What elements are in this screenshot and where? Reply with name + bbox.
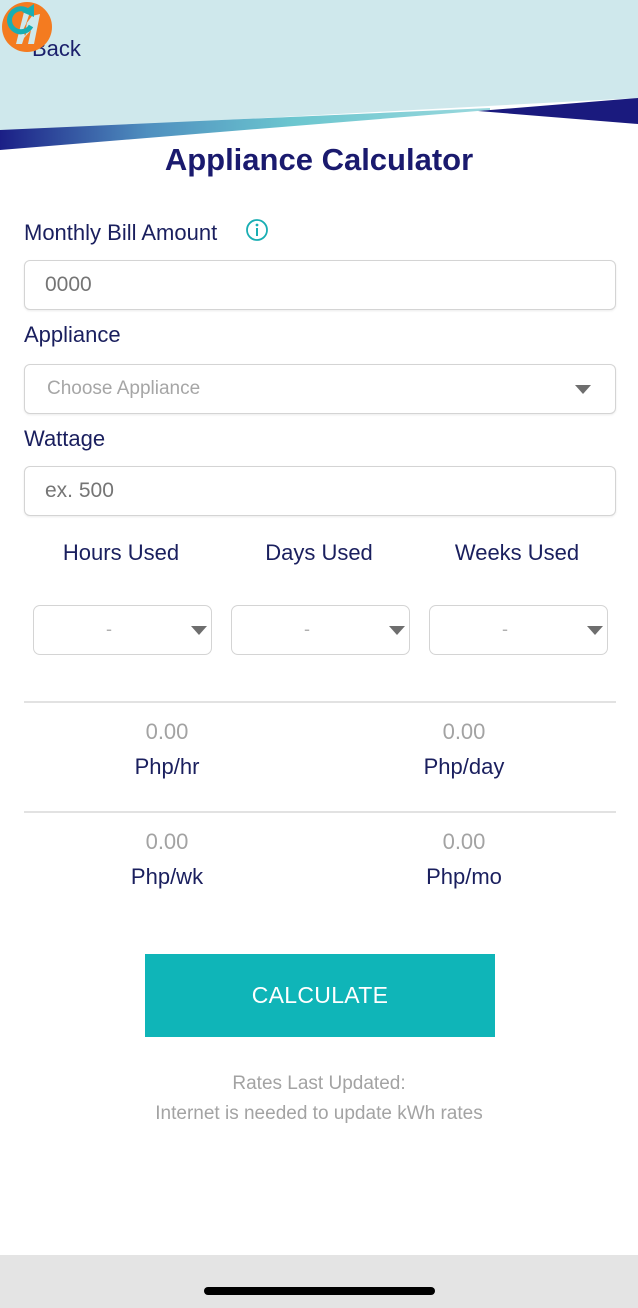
cost-per-month-unit: Php/mo (426, 864, 502, 889)
rates-last-updated-text: Rates Last Updated: (232, 1073, 406, 1094)
divider (24, 701, 616, 703)
chevron-down-icon (575, 385, 591, 394)
weeks-used-label: Weeks Used (454, 540, 580, 565)
system-home-area (0, 1255, 638, 1308)
appliance-selected-value: Choose Appliance (47, 378, 201, 399)
chevron-down-icon (389, 626, 405, 635)
appliance-dropdown[interactable]: Choose Appliance (24, 364, 616, 414)
weeks-used-value: - (502, 619, 508, 639)
appliance-label: Appliance (24, 322, 121, 347)
header-banner: Back (0, 0, 638, 160)
cost-per-day-value: 0.00 (442, 719, 486, 744)
days-used-dropdown[interactable]: - (231, 605, 410, 655)
hours-used-dropdown[interactable]: - (33, 605, 212, 655)
monthly-bill-label: Monthly Bill Amount (24, 220, 218, 245)
wattage-input[interactable] (24, 466, 616, 516)
cost-per-week-unit: Php/wk (130, 864, 204, 889)
chevron-down-icon (587, 626, 603, 635)
internet-needed-text: Internet is needed to update kWh rates (155, 1103, 483, 1124)
page-title: Appliance Calculator (164, 142, 474, 177)
days-used-label: Days Used (265, 540, 373, 565)
info-icon[interactable] (245, 218, 269, 242)
divider (24, 811, 616, 813)
cost-per-week-value: 0.00 (145, 829, 189, 854)
header-background (0, 0, 638, 150)
refresh-icon[interactable] (0, 0, 40, 40)
cost-per-day-unit: Php/day (423, 754, 505, 779)
weeks-used-dropdown[interactable]: - (429, 605, 608, 655)
chevron-down-icon (191, 626, 207, 635)
wattage-label: Wattage (24, 426, 106, 451)
monthly-bill-input[interactable] (24, 260, 616, 310)
cost-per-hour-unit: Php/hr (134, 754, 200, 779)
cost-per-month-value: 0.00 (442, 829, 486, 854)
cost-per-hour-value: 0.00 (145, 719, 189, 744)
days-used-value: - (304, 619, 310, 639)
hours-used-label: Hours Used (62, 540, 180, 565)
home-indicator[interactable] (204, 1287, 435, 1295)
calculate-button[interactable]: CALCULATE (145, 954, 495, 1037)
hours-used-value: - (106, 619, 112, 639)
